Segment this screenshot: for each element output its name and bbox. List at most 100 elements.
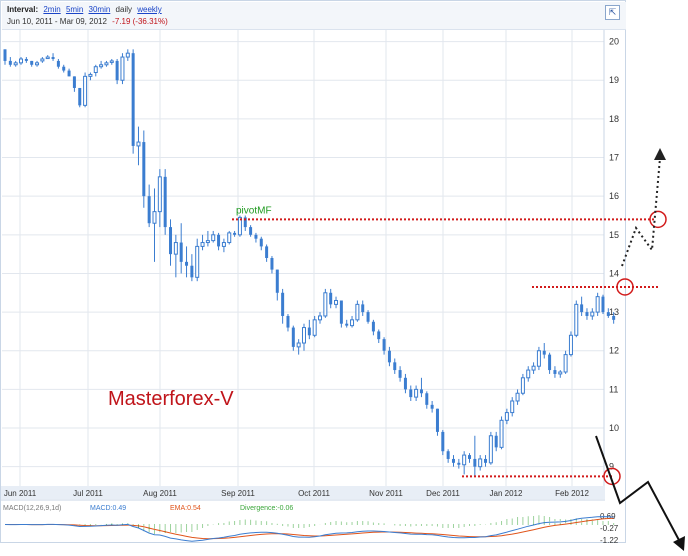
x-tick-label: Sep 2011 — [221, 489, 255, 498]
candle-body-up — [510, 400, 515, 414]
candle — [307, 319, 311, 340]
candle-body-up — [462, 454, 467, 466]
x-tick-label: Jun 2011 — [4, 489, 37, 498]
candle-body-up — [125, 52, 130, 58]
candle — [190, 254, 194, 282]
candle — [542, 343, 546, 359]
candle-body-down — [494, 435, 498, 448]
candle — [296, 339, 301, 355]
candle — [30, 60, 34, 67]
candle — [451, 455, 455, 467]
candle — [35, 60, 40, 67]
macd-y-tick: -0.27 — [600, 524, 619, 533]
y-tick-label: 11 — [609, 384, 618, 394]
candle — [462, 451, 467, 475]
ema-value-label: EMA:0.54 — [170, 505, 201, 512]
candle-body-up — [312, 319, 317, 336]
candle — [318, 312, 323, 324]
candle — [329, 288, 333, 309]
macd-line — [4, 516, 614, 542]
watermark-text: Masterforex-V — [108, 388, 234, 410]
candle-body-down — [542, 350, 546, 355]
candle-body-down — [72, 76, 76, 88]
candle-body-down — [441, 431, 445, 452]
candle-body-down — [51, 57, 55, 59]
x-tick-label: Nov 2011 — [369, 489, 403, 498]
y-tick-label: 20 — [609, 37, 619, 47]
candle — [361, 300, 365, 316]
candle — [275, 269, 279, 301]
candle-body-down — [281, 292, 285, 316]
candle — [484, 455, 488, 467]
candle-body-up — [526, 369, 531, 379]
candle — [387, 346, 391, 367]
candle — [339, 300, 343, 328]
candle-body-up — [574, 303, 579, 336]
candle-body-down — [233, 232, 237, 235]
candle-body-down — [217, 234, 221, 247]
candle — [51, 53, 55, 61]
candle-body-down — [259, 238, 263, 247]
candle — [531, 362, 536, 374]
candle-body-down — [270, 258, 274, 270]
candle-body-up — [211, 234, 216, 242]
candle-body-down — [366, 312, 370, 322]
candle-body-up — [227, 232, 232, 244]
candle-body-down — [78, 87, 82, 106]
candle — [371, 319, 375, 336]
candle — [88, 72, 93, 81]
candle — [446, 449, 450, 463]
candle-body-up — [120, 56, 125, 81]
candle-body-down — [403, 377, 407, 390]
candle-body-down — [3, 49, 7, 61]
candle-body-down — [371, 321, 375, 332]
candle — [494, 431, 498, 452]
candle-body-down — [468, 455, 472, 459]
candle-body-up — [558, 371, 563, 375]
x-tick-label: Jul 2011 — [73, 489, 103, 498]
candle-body-down — [553, 370, 557, 374]
candle — [526, 366, 531, 382]
candle-body-up — [99, 64, 104, 68]
candle-body-down — [361, 304, 365, 313]
candle — [78, 87, 82, 108]
candle — [585, 308, 589, 320]
arrow-up-icon — [654, 148, 666, 160]
candle-body-down — [291, 327, 295, 347]
candle-body-down — [339, 300, 343, 324]
price-chart: 91011121314151617181920Jun 2011Jul 2011A… — [1, 30, 685, 551]
candle-body-down — [190, 265, 194, 278]
candle — [8, 57, 12, 67]
candle — [393, 358, 397, 374]
candle-body-down — [286, 315, 290, 328]
candle — [441, 429, 445, 456]
candle-body-down — [430, 404, 434, 409]
candle — [72, 76, 76, 92]
candle — [601, 294, 605, 315]
candle — [281, 288, 285, 324]
y-tick-label: 17 — [609, 153, 619, 163]
candle — [377, 329, 381, 344]
candle — [510, 397, 515, 417]
candle-body-up — [515, 392, 520, 402]
pivot-label: pivotMF — [236, 205, 272, 216]
candle — [163, 169, 167, 235]
candle — [136, 126, 141, 166]
candle — [398, 366, 402, 382]
y-tick-label: 9 — [609, 462, 614, 472]
candle — [419, 377, 423, 398]
candle-body-down — [606, 312, 610, 316]
candle-body-up — [318, 315, 323, 321]
candle-body-down — [163, 176, 167, 228]
candle — [334, 296, 339, 309]
candle-body-down — [30, 60, 34, 65]
candle-body-down — [457, 462, 461, 465]
candle-body-down — [275, 269, 279, 293]
candle-body-up — [157, 176, 162, 213]
candle-body-down — [601, 296, 605, 313]
y-tick-label: 16 — [609, 191, 619, 201]
candle — [301, 323, 306, 351]
candle — [473, 435, 477, 477]
candle-body-down — [265, 246, 269, 258]
candle — [259, 236, 263, 251]
